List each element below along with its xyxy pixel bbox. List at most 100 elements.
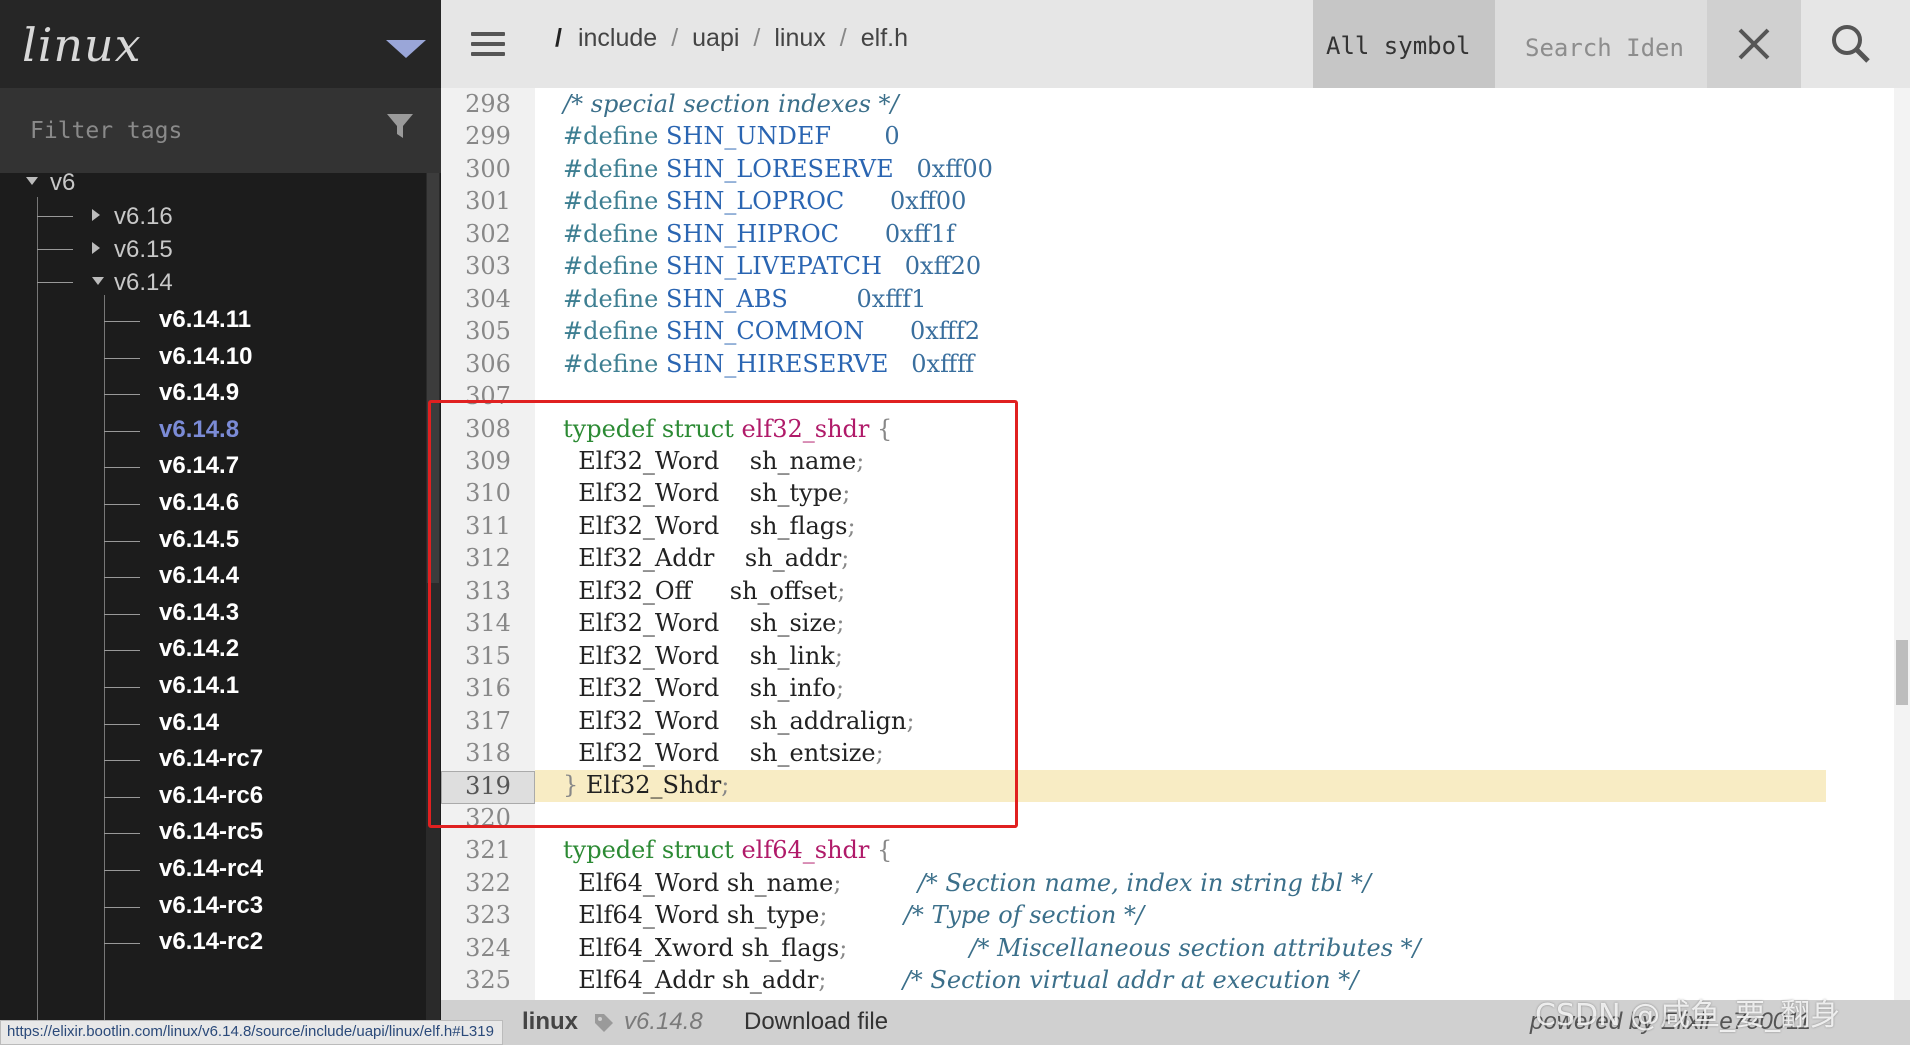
close-search-button[interactable] (1707, 0, 1801, 88)
line-number[interactable]: 304 (441, 285, 535, 317)
version-tag-item[interactable]: v6.14.1 (159, 672, 239, 700)
download-file-link[interactable]: Download file (744, 1008, 888, 1036)
breadcrumb-separator: / (839, 24, 847, 52)
version-tag-item[interactable]: v6.14.8 (159, 416, 239, 444)
line-number[interactable]: 306 (441, 350, 535, 382)
code-identifier[interactable]: Elf64_Word (563, 869, 727, 897)
version-tag-item[interactable]: v6.14.5 (159, 526, 239, 554)
breadcrumb-item-include[interactable]: include (578, 24, 657, 52)
version-tag-item[interactable]: v6.14.10 (159, 343, 252, 371)
tree-connector (104, 467, 140, 469)
version-tag-item[interactable]: v6.14.4 (159, 562, 239, 590)
code-line: #define SHN_UNDEF 0 (563, 122, 900, 150)
version-tag-item[interactable]: v6.14.2 (159, 635, 239, 663)
version-group-v6.15[interactable]: v6.15 (114, 236, 173, 264)
version-tag-item[interactable]: v6.14.7 (159, 452, 239, 480)
version-tag-item[interactable]: v6.14-rc5 (159, 818, 263, 846)
version-tag-item[interactable]: v6.14-rc3 (159, 892, 263, 920)
close-icon (1738, 28, 1770, 60)
breadcrumb-item-uapi[interactable]: uapi (692, 24, 739, 52)
line-number[interactable]: 301 (441, 187, 535, 219)
footer-version: v6.14.8 (624, 1008, 703, 1035)
line-number[interactable]: 325 (441, 966, 535, 998)
version-group-v6.14[interactable]: v6.14 (114, 269, 173, 297)
code-token: /* Miscellaneous section attributes */ (969, 933, 1421, 962)
line-number[interactable]: 303 (441, 252, 535, 284)
line-number[interactable]: 302 (441, 220, 535, 252)
code-token: 0xfff1 (856, 284, 927, 313)
version-tag-item[interactable]: v6.14-rc2 (159, 928, 263, 956)
version-tag-item[interactable]: v6.14.11 (159, 306, 251, 334)
annotation-highlight-box (428, 400, 1018, 828)
version-tag-item[interactable]: v6.14-rc4 (159, 855, 263, 883)
version-tag-item[interactable]: v6.14-rc7 (159, 745, 263, 773)
filter-tags-input[interactable] (30, 116, 370, 146)
code-identifier[interactable]: elf64_shdr (741, 836, 869, 864)
version-tag-item[interactable]: v6.14.9 (159, 379, 239, 407)
line-number[interactable]: 324 (441, 934, 535, 966)
code-identifier[interactable]: SHN_LOPROC (666, 187, 844, 215)
version-tag-item[interactable]: v6.14-rc6 (159, 782, 263, 810)
filter-icon[interactable] (386, 112, 414, 140)
version-group-v6[interactable]: v6 (50, 169, 75, 197)
code-identifier[interactable]: SHN_HIPROC (666, 220, 839, 248)
line-number[interactable]: 322 (441, 869, 535, 901)
breadcrumb-root[interactable]: / (555, 24, 562, 52)
code-identifier[interactable]: Elf64_Xword (563, 934, 741, 962)
code-identifier[interactable]: Elf64_Addr (563, 966, 722, 994)
code-identifier[interactable]: SHN_HIRESERVE (666, 350, 888, 378)
code-identifier[interactable]: sh_type (727, 901, 820, 929)
code-identifier[interactable]: SHN_LIVEPATCH (666, 252, 882, 280)
code-identifier[interactable]: SHN_UNDEF (666, 122, 831, 150)
code-token: 0xfff2 (910, 317, 981, 346)
version-group-v6.16[interactable]: v6.16 (114, 203, 173, 231)
version-tag-item[interactable]: v6.14.6 (159, 489, 239, 517)
breadcrumb-item-file[interactable]: elf.h (861, 24, 908, 52)
search-button[interactable] (1801, 0, 1910, 88)
tree-connector (37, 249, 73, 250)
code-identifier[interactable]: SHN_LORESERVE (666, 155, 894, 183)
symbol-type-select[interactable]: All symbol (1313, 0, 1495, 88)
version-tag-item[interactable]: v6.14 (159, 709, 219, 737)
code-token: #define (563, 317, 666, 346)
code-line: #define SHN_LOPROC 0xff00 (563, 187, 966, 215)
tree-connector (104, 504, 140, 505)
search-icon (1832, 25, 1870, 63)
code-identifier[interactable]: sh_name (727, 869, 834, 897)
search-identifier-input[interactable] (1495, 0, 1707, 88)
line-number[interactable]: 321 (441, 836, 535, 868)
line-number[interactable]: 305 (441, 317, 535, 349)
code-line: typedef struct elf64_shdr { (563, 836, 892, 864)
line-number[interactable]: 323 (441, 901, 535, 933)
code-identifier[interactable]: sh_flags (741, 934, 839, 962)
project-logo[interactable]: linux (22, 18, 142, 72)
line-number[interactable]: 300 (441, 155, 535, 187)
breadcrumb-item-linux[interactable]: linux (774, 24, 825, 52)
version-tag-item[interactable]: v6.14.3 (159, 599, 239, 627)
expand-triangle-icon[interactable] (92, 242, 100, 254)
code-identifier[interactable]: SHN_COMMON (666, 317, 864, 345)
code-scrollbar-thumb[interactable] (1896, 640, 1908, 705)
tree-connector (104, 760, 140, 762)
code-scrollbar[interactable] (1894, 88, 1910, 1000)
code-token: /* Type of section */ (903, 901, 1145, 930)
code-identifier[interactable]: sh_addr (722, 966, 818, 994)
menu-icon[interactable] (471, 32, 505, 56)
tree-connector (104, 357, 140, 359)
line-number[interactable]: 298 (441, 90, 535, 122)
line-number[interactable]: 299 (441, 122, 535, 154)
code-token: /* Section name, index in string tbl */ (917, 868, 1371, 897)
expand-triangle-icon[interactable] (92, 277, 104, 285)
project-dropdown-icon[interactable] (386, 40, 426, 58)
code-identifier[interactable]: SHN_ABS (666, 285, 788, 313)
project-header: linux (0, 0, 441, 88)
tree-connector (104, 870, 140, 871)
expand-triangle-icon[interactable] (92, 209, 100, 221)
code-token: #define (563, 349, 666, 378)
tree-connector (37, 282, 73, 283)
code-identifier[interactable]: Elf64_Word (563, 901, 727, 929)
code-token: #define (563, 154, 666, 183)
expand-triangle-icon[interactable] (26, 177, 38, 185)
